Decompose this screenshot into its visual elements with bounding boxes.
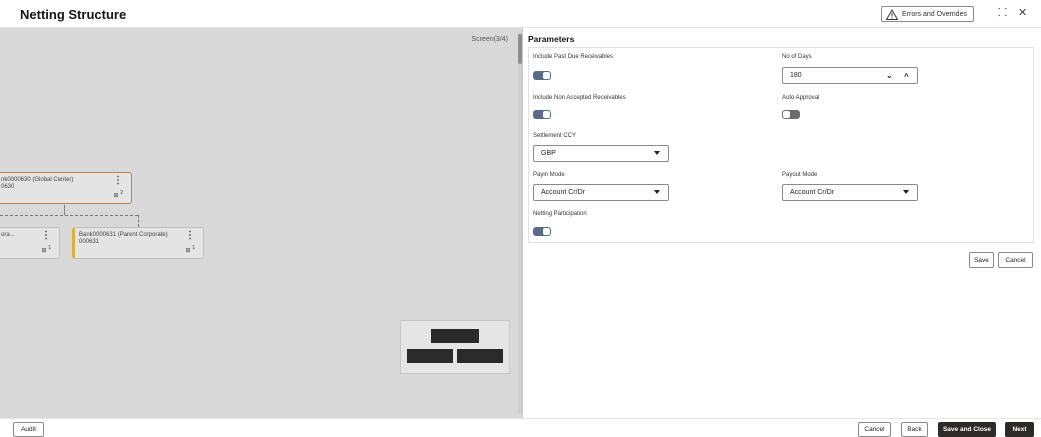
errors-and-overrides-button[interactable]: Errors and Overrides — [881, 6, 974, 22]
parameters-panel: Parameters Include Past Due Receivables … — [528, 34, 1034, 268]
save-button[interactable]: Save — [969, 252, 994, 268]
payout-mode-select[interactable]: Account Cr/Dr — [782, 184, 918, 201]
include-past-due-toggle[interactable] — [533, 71, 551, 80]
minimap-node — [457, 349, 503, 363]
parameters-title: Parameters — [528, 34, 575, 44]
tree-node-global-center[interactable]: nk0000630 (Global Center) 0630 ⋮ ⊞ 2 — [0, 172, 132, 204]
node-id: 0630 — [1, 184, 15, 190]
hierarchy-icon: ⊞ — [185, 248, 191, 254]
canvas-scrollbar[interactable] — [518, 32, 522, 414]
dropdown-caret-icon — [903, 190, 909, 194]
settlement-ccy-select[interactable]: GBP — [533, 145, 669, 162]
include-non-accepted-label: Include Non Accepted Receivables — [533, 95, 626, 101]
hierarchy-icon: ⊞ — [113, 193, 119, 199]
footer-cancel-button[interactable]: Cancel — [858, 422, 891, 437]
canvas-minimap[interactable] — [400, 320, 510, 374]
dropdown-caret-icon — [654, 190, 660, 194]
include-past-due-label: Include Past Due Receivables — [533, 54, 614, 60]
netting-structure-screen: Netting Structure Errors and Overrides ⸬… — [0, 0, 1041, 437]
chevron-down-icon[interactable]: ⌄ — [886, 71, 893, 80]
errors-and-overrides-label: Errors and Overrides — [902, 10, 967, 18]
node-name: Bank0000631 (Parent Corporate) — [79, 232, 168, 238]
page-header: Netting Structure Errors and Overrides ⸬… — [0, 0, 1041, 28]
node-children-count: ⊞ 1 — [41, 245, 51, 254]
save-and-close-button[interactable]: Save and Close — [938, 422, 996, 437]
payout-mode-label: Payout Mode — [782, 172, 818, 178]
include-non-accepted-toggle[interactable] — [533, 110, 551, 119]
hierarchy-icon: ⊞ — [41, 248, 47, 254]
payin-mode-value: Account Cr/Dr — [541, 189, 585, 196]
parameters-form: Include Past Due Receivables No of Days … — [528, 47, 1034, 243]
scrollbar-thumb[interactable] — [518, 34, 522, 64]
page-title: Netting Structure — [20, 7, 127, 22]
warning-icon — [886, 8, 898, 20]
connector-line — [0, 215, 138, 216]
node-children-count: ⊞ 2 — [113, 190, 123, 199]
tree-node-child[interactable]: ora... ⋮ ⊞ 1 — [0, 227, 60, 259]
netting-participation-label: Netting Participation — [533, 211, 587, 217]
node-menu-icon[interactable]: ⋮ — [41, 231, 51, 241]
payin-mode-label: Payin Mode — [533, 172, 565, 178]
payin-mode-select[interactable]: Account Cr/Dr — [533, 184, 669, 201]
collapse-icon[interactable]: ⸬ — [998, 8, 1007, 19]
connector-line — [64, 205, 65, 215]
chevron-up-icon[interactable]: ^ — [904, 72, 909, 81]
payout-mode-value: Account Cr/Dr — [790, 189, 834, 196]
cancel-button[interactable]: Cancel — [998, 252, 1033, 268]
node-id: 000631 — [79, 239, 100, 245]
screen-indicator: Screen(3/4) — [471, 36, 508, 43]
auto-approval-toggle[interactable] — [782, 110, 800, 119]
dropdown-caret-icon — [654, 151, 660, 155]
next-button[interactable]: Next — [1005, 422, 1034, 437]
no-of-days-value: 180 — [790, 72, 802, 79]
structure-canvas[interactable]: Screen(3/4) nk0000630 (Global Center) 06… — [0, 28, 523, 418]
minimap-node — [407, 349, 453, 363]
node-children-count: ⊞ 1 — [185, 245, 195, 254]
node-name: nk0000630 (Global Center) — [1, 177, 74, 183]
settlement-ccy-value: GBP — [541, 150, 556, 157]
back-button[interactable]: Back — [901, 422, 928, 437]
no-of-days-label: No of Days — [782, 54, 812, 60]
audit-button[interactable]: Audit — [13, 422, 44, 437]
node-menu-icon[interactable]: ⋮ — [185, 231, 195, 241]
node-name: ora... — [1, 232, 15, 238]
connector-line — [138, 215, 139, 227]
page-footer: Audit Cancel Back Save and Close Next — [0, 418, 1041, 437]
close-icon[interactable]: ✕ — [1018, 8, 1027, 19]
node-menu-icon[interactable]: ⋮ — [113, 176, 123, 186]
auto-approval-label: Auto Approval — [782, 95, 820, 101]
netting-participation-toggle[interactable] — [533, 227, 551, 236]
tree-node-parent-corporate[interactable]: Bank0000631 (Parent Corporate) 000631 ⋮ … — [72, 227, 204, 259]
minimap-node — [431, 329, 479, 343]
no-of-days-stepper[interactable]: 180 ⌄ ^ — [782, 67, 918, 84]
settlement-ccy-label: Settlement CCY — [533, 133, 577, 139]
